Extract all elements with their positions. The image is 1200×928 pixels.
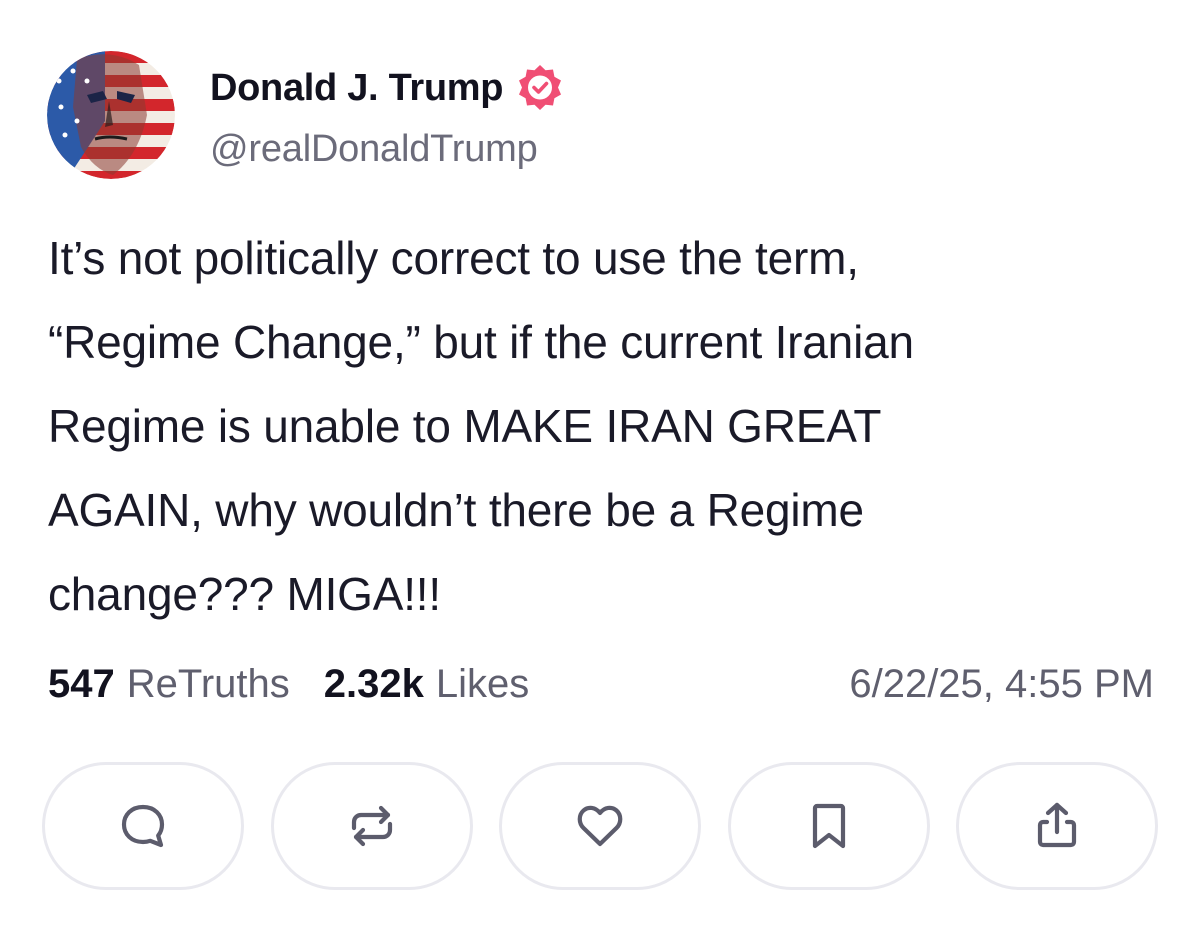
retruths-label: ReTruths xyxy=(126,661,290,706)
like-button[interactable] xyxy=(499,762,701,890)
likes-stat[interactable]: 2.32k Likes xyxy=(324,662,530,707)
post-timestamp: 6/22/25, 4:55 PM xyxy=(849,661,1154,706)
author-name-row: Donald J. Trump xyxy=(210,64,565,112)
retruths-count: 547 xyxy=(48,661,115,706)
flag-portrait-avatar-icon xyxy=(47,51,175,179)
reply-button[interactable] xyxy=(42,762,244,890)
retruth-icon xyxy=(351,805,392,847)
retruths-stat[interactable]: 547 ReTruths xyxy=(48,662,290,707)
heart-icon xyxy=(577,805,623,847)
likes-count: 2.32k xyxy=(323,661,424,706)
action-bar xyxy=(42,762,1158,890)
post-text: It’s not politically correct to use the … xyxy=(48,232,914,620)
verified-badge-icon xyxy=(519,65,562,110)
share-button[interactable] xyxy=(956,762,1158,890)
likes-label: Likes xyxy=(435,661,530,706)
author-handle[interactable]: @realDonaldTrump xyxy=(210,128,538,171)
stats-row: 547 ReTruths 2.32k Likes 6/22/25, 4:55 P… xyxy=(48,656,1154,712)
retruth-button[interactable] xyxy=(270,762,473,890)
truth-post: Donald J. Trump @realDonaldTrump It’s no… xyxy=(0,0,1200,928)
reply-icon xyxy=(121,804,165,848)
bookmark-button[interactable] xyxy=(727,762,930,890)
author-name[interactable]: Donald J. Trump xyxy=(210,67,504,110)
avatar[interactable] xyxy=(47,51,175,179)
bookmark-icon xyxy=(812,803,845,849)
share-icon xyxy=(1037,802,1077,848)
